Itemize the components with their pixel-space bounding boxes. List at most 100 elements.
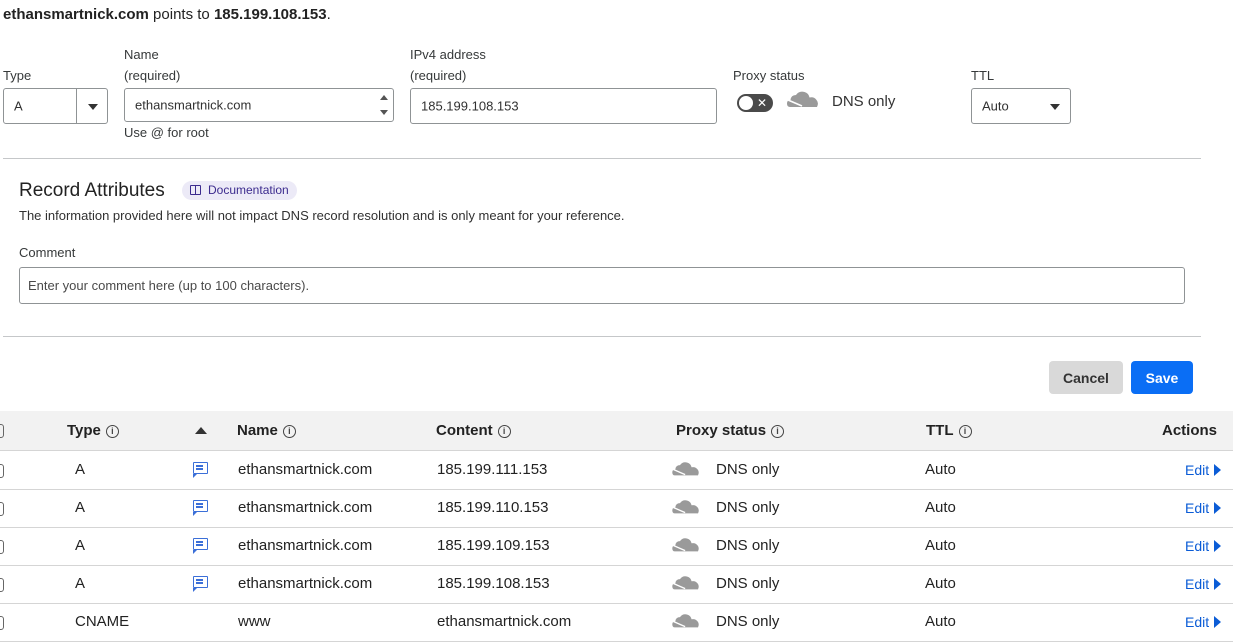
edit-record-link[interactable]: Edit: [1185, 451, 1222, 489]
triangle-right-icon: [1214, 616, 1222, 628]
row-checkbox[interactable]: [0, 464, 4, 478]
edit-label: Edit: [1185, 614, 1210, 630]
comment-icon[interactable]: [193, 500, 208, 516]
column-header-name[interactable]: Name i: [237, 411, 296, 450]
triangle-right-icon: [1214, 464, 1222, 476]
summary-ip: 185.199.108.153: [213, 6, 327, 23]
edit-record-link[interactable]: Edit: [1185, 527, 1222, 565]
table-row: Aethansmartnick.com 185.199.109.153 DNS on…: [0, 527, 1233, 566]
name-input[interactable]: ethansmartnick.com: [124, 88, 394, 122]
ttl-select[interactable]: Auto: [971, 88, 1071, 124]
info-icon[interactable]: i: [771, 425, 785, 438]
ipv4-label: IPv4 address: [410, 47, 486, 62]
column-header-ttl-label: TTL: [926, 422, 954, 439]
column-header-name-label: Name: [237, 422, 278, 439]
row-name: ethansmartnick.com: [238, 575, 373, 592]
proxy-status-value: DNS only: [832, 93, 896, 110]
documentation-label: Documentation: [208, 183, 289, 197]
edit-label: Edit: [1185, 500, 1210, 516]
spin-up-icon[interactable]: [380, 95, 388, 100]
type-select-value: A: [14, 98, 23, 114]
row-proxy-status: DNS only: [716, 499, 780, 516]
row-content: 185.199.111.153: [437, 461, 548, 478]
column-header-proxy-status[interactable]: Proxy status i: [676, 411, 785, 450]
save-button[interactable]: Save: [1131, 361, 1193, 394]
sort-ascending-icon[interactable]: [195, 427, 207, 434]
triangle-right-icon: [1214, 578, 1222, 590]
summary-mid: points to: [148, 6, 214, 23]
comment-icon[interactable]: [193, 576, 208, 592]
row-proxy-status: DNS only: [716, 575, 780, 592]
summary-end: .: [326, 6, 331, 23]
select-all-checkbox[interactable]: [0, 424, 4, 438]
row-ttl: Auto: [925, 613, 956, 630]
row-checkbox[interactable]: [0, 540, 4, 554]
row-content: ethansmartnick.com: [437, 613, 572, 630]
dns-only-cloud-icon: [672, 500, 699, 514]
row-type: A: [75, 461, 86, 478]
row-type: A: [75, 575, 86, 592]
row-ttl: Auto: [925, 537, 956, 554]
table-row: CNAME www ethansmartnick.com DNS only Auto Ed…: [0, 603, 1233, 642]
row-content: 185.199.110.153: [437, 499, 549, 516]
row-ttl: Auto: [925, 499, 956, 516]
row-ttl: Auto: [925, 575, 956, 592]
spin-down-icon[interactable]: [380, 110, 388, 115]
row-ttl: Auto: [925, 461, 956, 478]
name-spinner[interactable]: [380, 93, 390, 117]
row-content: 185.199.108.153: [437, 575, 550, 592]
comment-input[interactable]: [19, 267, 1185, 304]
edit-record-link[interactable]: Edit: [1185, 489, 1222, 527]
column-header-type-label: Type: [67, 422, 101, 439]
documentation-link[interactable]: Documentation: [182, 181, 297, 200]
toggle-knob: [739, 96, 753, 110]
info-icon[interactable]: i: [105, 425, 119, 438]
table-row: Aethansmartnick.com 185.199.108.153 DNS on…: [0, 565, 1233, 604]
name-required-label: (required): [124, 68, 181, 83]
proxy-toggle[interactable]: ✕: [737, 94, 773, 112]
row-proxy-status: DNS only: [716, 461, 780, 478]
type-label: Type: [3, 68, 32, 83]
comment-icon[interactable]: [193, 538, 208, 554]
row-checkbox[interactable]: [0, 578, 4, 592]
row-name: ethansmartnick.com: [238, 461, 373, 478]
info-icon[interactable]: i: [497, 425, 511, 438]
row-checkbox[interactable]: [0, 502, 4, 516]
ttl-select-value: Auto: [982, 98, 1009, 114]
cancel-button[interactable]: Cancel: [1049, 361, 1123, 394]
close-icon: ✕: [756, 96, 767, 110]
row-type: A: [75, 537, 86, 554]
triangle-right-icon: [1214, 502, 1222, 514]
attributes-description: The information provided here will not i…: [19, 208, 625, 223]
comment-icon[interactable]: [193, 462, 208, 478]
triangle-right-icon: [1214, 540, 1222, 552]
name-label: Name: [124, 47, 159, 62]
row-content: 185.199.109.153: [437, 537, 550, 554]
ipv4-input[interactable]: 185.199.108.153: [410, 88, 717, 124]
table-header: Type i Name i Content i Proxy status i TTL i …: [0, 411, 1233, 451]
chevron-down-icon: [88, 104, 98, 110]
row-name: www: [238, 613, 271, 630]
row-name: ethansmartnick.com: [238, 499, 373, 516]
dns-only-cloud-icon: [672, 614, 699, 628]
ttl-label: TTL: [971, 68, 995, 83]
divider: [3, 336, 1201, 337]
edit-label: Edit: [1185, 462, 1210, 478]
column-header-content-label: Content: [436, 422, 493, 439]
edit-record-link[interactable]: Edit: [1185, 565, 1222, 603]
info-icon[interactable]: i: [958, 425, 972, 438]
edit-record-link[interactable]: Edit: [1185, 603, 1222, 641]
column-header-ttl[interactable]: TTL i: [926, 411, 972, 450]
type-select[interactable]: A: [3, 88, 108, 124]
info-icon[interactable]: i: [282, 425, 296, 438]
name-hint: Use @ for root: [124, 125, 209, 140]
edit-label: Edit: [1185, 576, 1210, 592]
row-type: A: [75, 499, 86, 516]
column-header-content[interactable]: Content i: [436, 411, 511, 450]
section-title: Record Attributes: [19, 180, 165, 201]
dns-only-cloud-icon: [672, 576, 699, 590]
column-header-type[interactable]: Type i: [67, 411, 119, 450]
row-checkbox[interactable]: [0, 616, 4, 630]
chevron-down-icon: [1050, 104, 1060, 110]
column-header-proxy-label: Proxy status: [676, 422, 767, 439]
